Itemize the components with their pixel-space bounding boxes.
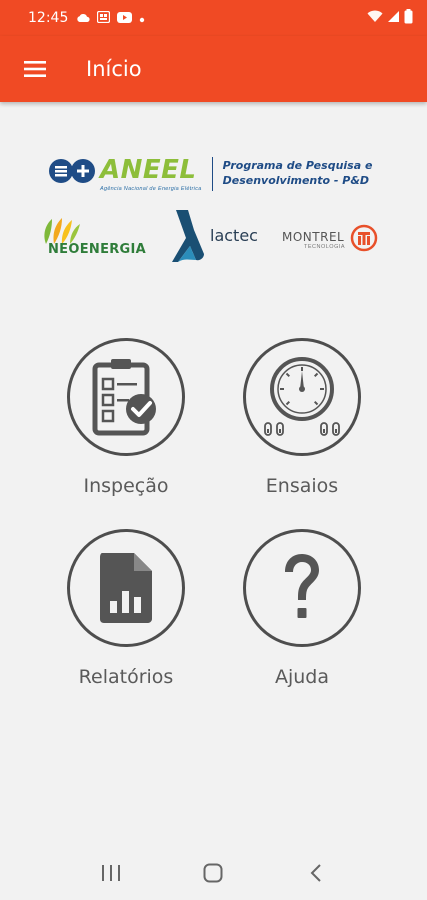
pd-program-text: Programa de Pesquisa e Desenvolvimento -… [223, 158, 373, 188]
neoenergia-name: NEOENERGIA [48, 242, 147, 257]
recent-apps-icon [102, 865, 121, 881]
tile-label: Ajuda [274, 666, 330, 688]
menu-tile-inspecao[interactable]: Inspeção [41, 338, 211, 497]
status-time: 12:45 [28, 10, 69, 26]
app-bar: Início [0, 36, 427, 102]
aneel-emblem-icon [49, 159, 95, 183]
montrel-logo: MONTREL TECNOLOGIA [280, 222, 390, 258]
youtube-icon [117, 10, 133, 26]
back-icon [310, 864, 321, 882]
aneel-logo: ANEEL Agência Nacional de Energia Elétri… [48, 155, 372, 192]
tile-label: Relatórios [78, 666, 174, 688]
page-title: Início [86, 57, 142, 81]
logo-divider [211, 157, 213, 191]
status-bar: 12:45 [0, 0, 427, 36]
montrel-emblem-icon [350, 224, 378, 252]
tile-circle [67, 338, 185, 456]
aneel-name: ANEEL [100, 155, 197, 185]
aneel-subtitle: Agência Nacional de Energia Elétrica [100, 186, 202, 192]
system-nav-bar [0, 846, 427, 900]
tile-circle [243, 338, 361, 456]
hamburger-menu-icon [24, 61, 46, 77]
cloud-icon [76, 10, 90, 26]
tile-label: Ensaios [265, 475, 339, 497]
help-question-icon [285, 554, 319, 618]
pd-line-1: Programa de Pesquisa e [222, 159, 373, 172]
montrel-sub: TECNOLOGIA [304, 244, 346, 250]
battery-icon [404, 9, 413, 27]
checklist-clipboard-icon [92, 359, 156, 436]
lactec-emblem-icon [172, 210, 204, 262]
menu-tile-ajuda[interactable]: Ajuda [217, 529, 387, 688]
tile-circle [243, 529, 361, 647]
home-button[interactable] [188, 853, 238, 893]
tile-circle [67, 529, 185, 647]
gallery-icon [97, 10, 111, 26]
recent-apps-button[interactable] [86, 853, 136, 893]
back-button[interactable] [291, 853, 341, 893]
menu-tile-ensaios[interactable]: Ensaios [217, 338, 387, 497]
menu-button[interactable] [0, 36, 70, 102]
dot-icon [139, 10, 145, 26]
report-document-icon [100, 553, 152, 623]
partner-logos: ANEEL Agência Nacional de Energia Elétri… [0, 150, 427, 270]
home-icon [203, 863, 223, 883]
menu-tile-relatorios[interactable]: Relatórios [41, 529, 211, 688]
pd-line-2: Desenvolvimento - P&D [222, 174, 370, 187]
signal-icon [387, 10, 400, 26]
tile-label: Inspeção [83, 475, 169, 497]
lactec-name: lactec [210, 226, 258, 245]
lactec-logo: lactec [170, 208, 270, 264]
gauge-meter-icon [264, 357, 340, 436]
montrel-name: MONTREL [282, 230, 345, 244]
wifi-icon [367, 10, 383, 26]
